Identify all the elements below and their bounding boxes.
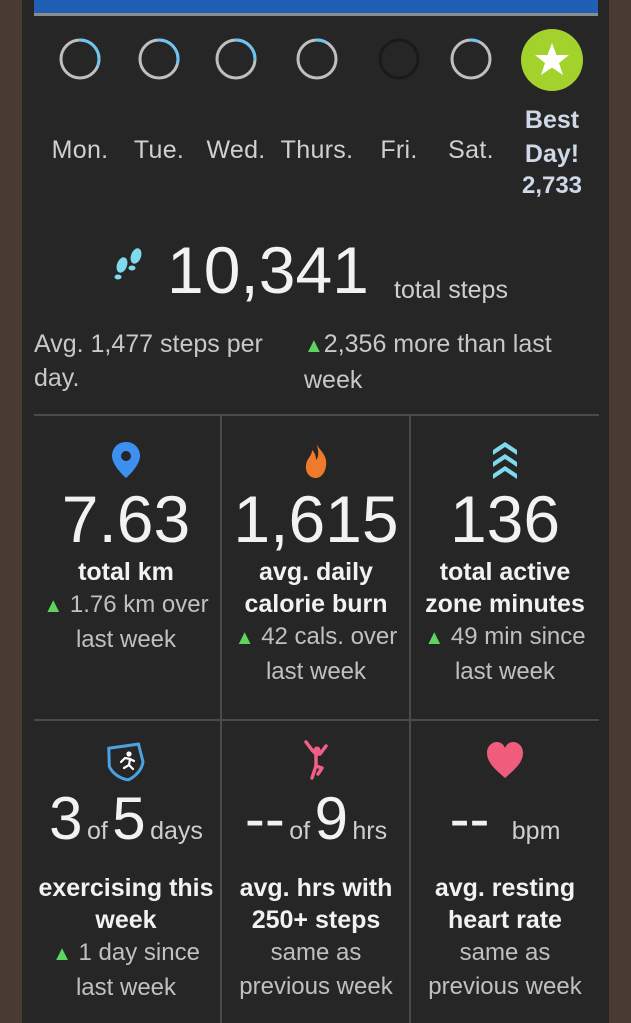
tile-active-zone-minutes[interactable]: 136 total active zone minutes ▲ 49 min si…: [411, 438, 599, 689]
up-arrow-icon: ▲: [234, 627, 255, 649]
total-steps-value: 10,341: [167, 233, 369, 307]
best-day-value: 2,733: [521, 172, 583, 199]
stretching-person-icon: [304, 740, 328, 780]
calories-change: ▲ 42 cals. over last week: [234, 623, 398, 685]
exercise-title: exercising this week: [38, 874, 214, 934]
distance-value: 7.63: [61, 482, 191, 556]
total-steps-row: 10,341 total steps: [22, 232, 609, 312]
day-label: Mon.: [51, 136, 109, 164]
up-arrow-icon: ▲: [424, 627, 445, 649]
tile-resting-heart-rate[interactable]: -- bpm avg. resting heart rate same as pre…: [411, 738, 599, 1004]
tile-exercise-days[interactable]: 3 of 5 days exercising this week ▲ 1 day …: [32, 738, 220, 1005]
azm-change: ▲ 49 min since last week: [424, 623, 586, 685]
heart-rate-change: same as previous week: [428, 939, 582, 1000]
week-row: Mon. Tue. Wed. Thurs. Fri. Sat. Best Day…: [22, 28, 609, 218]
distance-change: ▲ 1.76 km over last week: [43, 591, 209, 653]
day-saturday[interactable]: Sat.: [426, 28, 516, 165]
divider: [34, 414, 599, 416]
active-zone-chevrons-icon: [493, 442, 517, 479]
progress-ring: [138, 38, 180, 80]
exercise-ratio: 3 of 5 days: [49, 785, 203, 852]
day-label: Thurs.: [280, 136, 354, 164]
heart-icon: [487, 742, 523, 778]
exercise-badge-icon: [107, 742, 145, 782]
footsteps-icon: [114, 248, 142, 280]
day-label: Wed.: [206, 136, 266, 164]
progress-ring: [450, 38, 492, 80]
up-arrow-icon: ▲: [43, 595, 64, 617]
exercise-change: ▲ 1 day since last week: [52, 939, 200, 1001]
star-icon: [521, 29, 583, 91]
avg-steps-text: Avg. 1,477 steps per day.: [34, 330, 263, 392]
azm-value: 136: [449, 482, 561, 556]
day-thursday[interactable]: Thurs.: [272, 28, 362, 165]
day-monday[interactable]: Mon.: [35, 28, 125, 165]
steps-change-text: ▲2,356 more than last week: [304, 330, 552, 394]
heart-rate-value: -- bpm: [449, 785, 561, 852]
day-label: Sat.: [448, 136, 494, 164]
tile-distance[interactable]: 7.63 total km ▲ 1.76 km over last week: [32, 438, 220, 657]
calories-title: avg. daily calorie burn: [244, 558, 388, 618]
progress-ring: [59, 38, 101, 80]
tile-calories[interactable]: 1,615 avg. daily calorie burn ▲ 42 cals. …: [222, 438, 410, 689]
calories-value: 1,615: [233, 482, 399, 556]
progress-ring: [378, 38, 420, 80]
weekly-summary-card: Mon. Tue. Wed. Thurs. Fri. Sat. Best Day…: [22, 0, 609, 1023]
hourly-ratio: -- of 9 hrs: [244, 785, 388, 852]
total-steps-unit: total steps: [394, 276, 508, 304]
progress-ring: [215, 38, 257, 80]
progress-ring: [296, 38, 338, 80]
up-arrow-icon: ▲: [304, 335, 324, 357]
best-day-label: Best Day!: [524, 106, 580, 168]
header-bar: [34, 0, 598, 16]
day-wednesday[interactable]: Wed.: [191, 28, 281, 165]
location-pin-icon: [112, 442, 140, 478]
tile-hourly-activity[interactable]: -- of 9 hrs avg. hrs with 250+ steps same…: [222, 738, 410, 1004]
divider: [34, 719, 599, 721]
flame-icon: [305, 442, 327, 478]
heart-rate-title: avg. resting heart rate: [434, 874, 576, 934]
up-arrow-icon: ▲: [52, 943, 72, 965]
azm-title: total active zone minutes: [425, 558, 585, 618]
hourly-title: avg. hrs with 250+ steps: [239, 874, 393, 934]
best-day[interactable]: Best Day! 2,733: [512, 28, 592, 201]
hourly-change: same as previous week: [239, 939, 393, 1000]
distance-title: total km: [78, 558, 174, 586]
